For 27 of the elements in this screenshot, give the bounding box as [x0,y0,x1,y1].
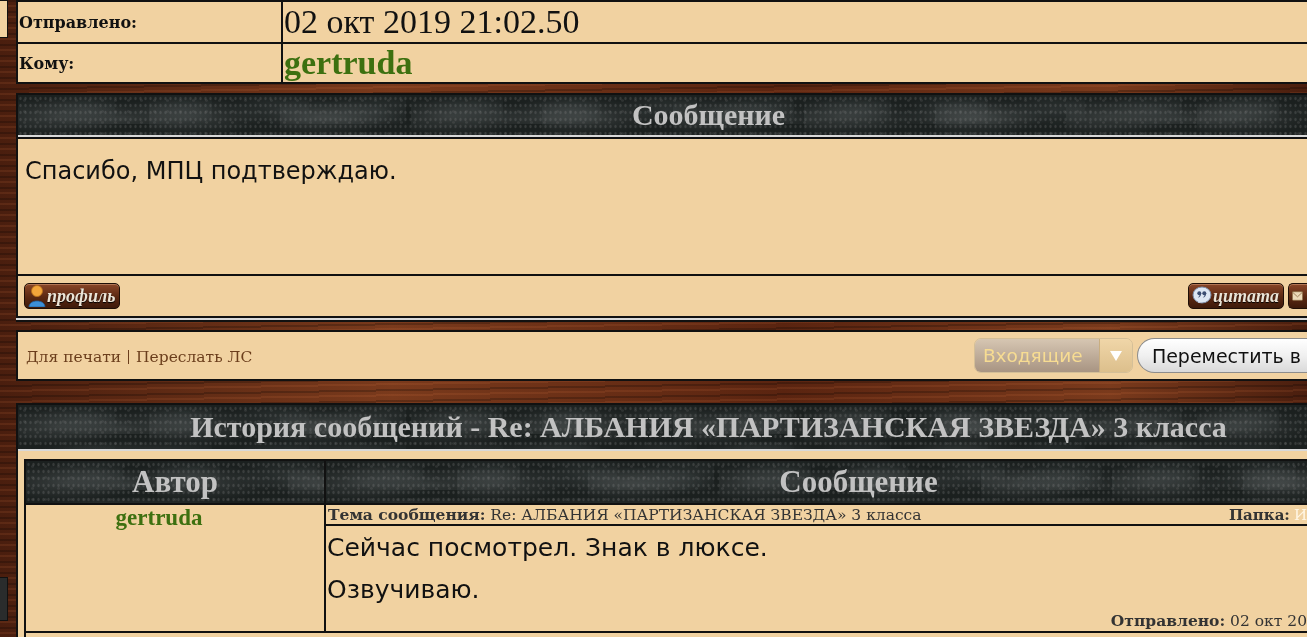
subject-line: Тема сообщения: Re: АЛБАНИЯ «ПАРТИЗАНСКАЯ ЗВЕЗДА» 3 класса [328,505,922,524]
section-header: Сообщение [18,95,1307,137]
field-label: Кому: [18,44,283,82]
message-text: Спасибо, МПЦ подтверждаю. [25,156,398,187]
column-header: Автор [26,461,326,505]
folder-label: Папка: [1228,505,1290,524]
sent-date: Отправлено: 02 окт 20 [1110,611,1307,632]
envelope-icon [1292,290,1303,302]
envelope-button[interactable] [1288,283,1307,309]
author-name: gertruda [26,505,326,633]
field-value: 02 окт 2019 21:02.50 [283,2,581,42]
section-header: История сообщений - Re: АЛБАНИЯ «ПАРТИЗАНСКАЯ ЗВЕЗДА» 3 класса [18,405,1307,451]
folder-value: И [1293,505,1307,524]
text-link[interactable]: Для печати [26,348,122,366]
recipient-name: gertruda [283,44,414,82]
side-panel-edge [0,577,8,621]
profile-button[interactable]: профиль [24,283,121,309]
quote-button[interactable]: цитата [1187,283,1284,309]
quote-bubble-icon [1191,286,1212,306]
side-panel-edge [0,0,8,38]
text-link[interactable]: Переслать ЛС [128,350,253,364]
person-icon [28,285,46,307]
caret-icon [1109,350,1122,361]
move-button[interactable]: Переместить в [1136,338,1307,373]
column-header: Сообщение [326,461,1307,505]
field-label: Отправлено: [18,2,283,42]
message-text: Сейчас посмотрел. Знак в люксе. Озвучиваю. [326,532,769,606]
